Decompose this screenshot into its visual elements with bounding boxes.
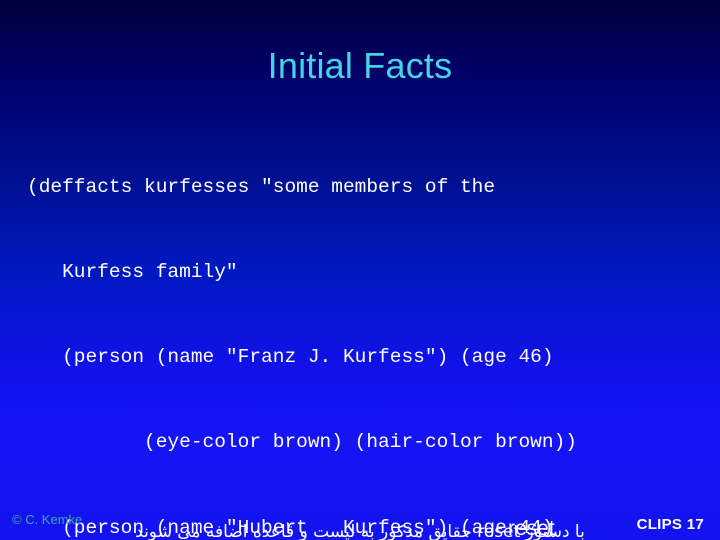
code-line: (deffacts kurfesses "some members of the	[27, 175, 496, 198]
clips-version-badge: CLIPS 17	[636, 516, 704, 533]
page-title: Initial Facts	[267, 45, 453, 86]
slide-canvas: Initial Facts (deffacts kurfesses "some …	[0, 0, 720, 540]
slide-footer: © C. Kemke با دستور reset حقایق مذکور به…	[0, 500, 720, 540]
code-line: (eye-color brown) (hair-color brown))	[27, 431, 577, 454]
code-line: Kurfess family"	[27, 261, 238, 284]
code-line: (person (name "Franz J. Kurfess") (age 4…	[27, 346, 554, 369]
code-listing: (deffacts kurfesses "some members of the…	[27, 116, 699, 540]
persian-annotation: با دستور reset حقایق مذکور به لیست و قاع…	[135, 522, 585, 540]
reset-keyword-label: reset	[508, 517, 555, 540]
